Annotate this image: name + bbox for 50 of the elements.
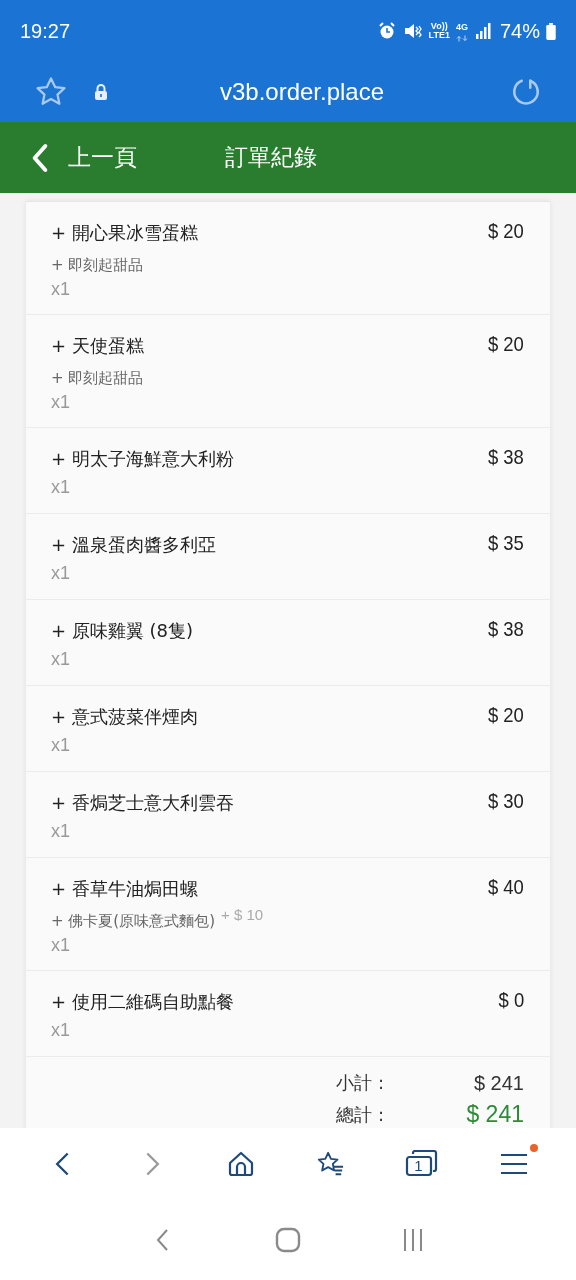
total-amount: $ 241: [465, 1101, 524, 1128]
option-price: + $ 10: [221, 905, 264, 925]
option-label: + 佛卡夏(原味意式麵包): [51, 911, 216, 932]
mute-icon: [402, 21, 423, 41]
item-name: + 香焗芝士意大利雲吞: [51, 791, 234, 815]
item-name: + 使用二維碼自助點餐: [51, 990, 234, 1014]
item-quantity: x1: [51, 278, 71, 300]
summary-label: 總計 :: [336, 1102, 384, 1127]
item-name: + 香草牛油焗田螺: [51, 877, 199, 901]
item-name: + 意式菠菜伴煙肉: [51, 705, 198, 729]
item-quantity: x1: [51, 562, 71, 584]
home-icon[interactable]: [226, 1150, 255, 1178]
item-quantity: x1: [51, 476, 71, 498]
clock-time: 19:27: [20, 19, 71, 43]
item-quantity: x1: [51, 934, 71, 956]
back-button[interactable]: 上一頁: [30, 141, 137, 174]
chevron-left-icon: [30, 141, 50, 174]
item-price: $ 40: [488, 874, 524, 900]
item-quantity: x1: [51, 648, 71, 670]
item-price: $ 20: [488, 331, 524, 357]
item-price: $ 30: [488, 788, 524, 814]
volte-label: Vo)): [430, 22, 448, 31]
option-label: + 即刻起甜品: [51, 368, 144, 389]
item-quantity: x1: [51, 391, 71, 413]
item-price: $ 38: [488, 616, 524, 642]
network-label: 4G: [455, 23, 468, 32]
summary-label: 小計 :: [336, 1071, 384, 1095]
battery-percent: 74%: [499, 19, 540, 43]
item-name: + 原味雞翼 (8隻): [51, 619, 194, 643]
item-name: + 天使蛋糕: [51, 334, 144, 358]
subtotal-amount: $ 241: [472, 1071, 524, 1095]
item-price: $ 38: [488, 444, 524, 470]
battery-icon: [546, 22, 556, 40]
item-price: $ 20: [488, 218, 524, 244]
item-name: + 開心果冰雪蛋糕: [51, 221, 198, 245]
item-price: $ 35: [488, 530, 524, 556]
item-quantity: x1: [51, 820, 71, 842]
item-price: $ 0: [498, 987, 524, 1013]
item-name: + 明太子海鮮意大利粉: [51, 447, 234, 471]
signal-icon: [473, 21, 494, 41]
item-price: $ 20: [488, 702, 524, 728]
lock-icon: [94, 83, 108, 101]
item-quantity: x1: [51, 734, 71, 756]
lte-label: LTE1: [428, 31, 450, 40]
item-name: + 溫泉蛋肉醬多利亞: [51, 533, 216, 557]
item-quantity: x1: [51, 1019, 71, 1041]
menu-icon[interactable]: [499, 1152, 528, 1176]
bookmarks-icon[interactable]: [315, 1150, 344, 1178]
option-label: + 即刻起甜品: [51, 255, 144, 276]
page-title: 訂單紀錄: [225, 143, 317, 172]
